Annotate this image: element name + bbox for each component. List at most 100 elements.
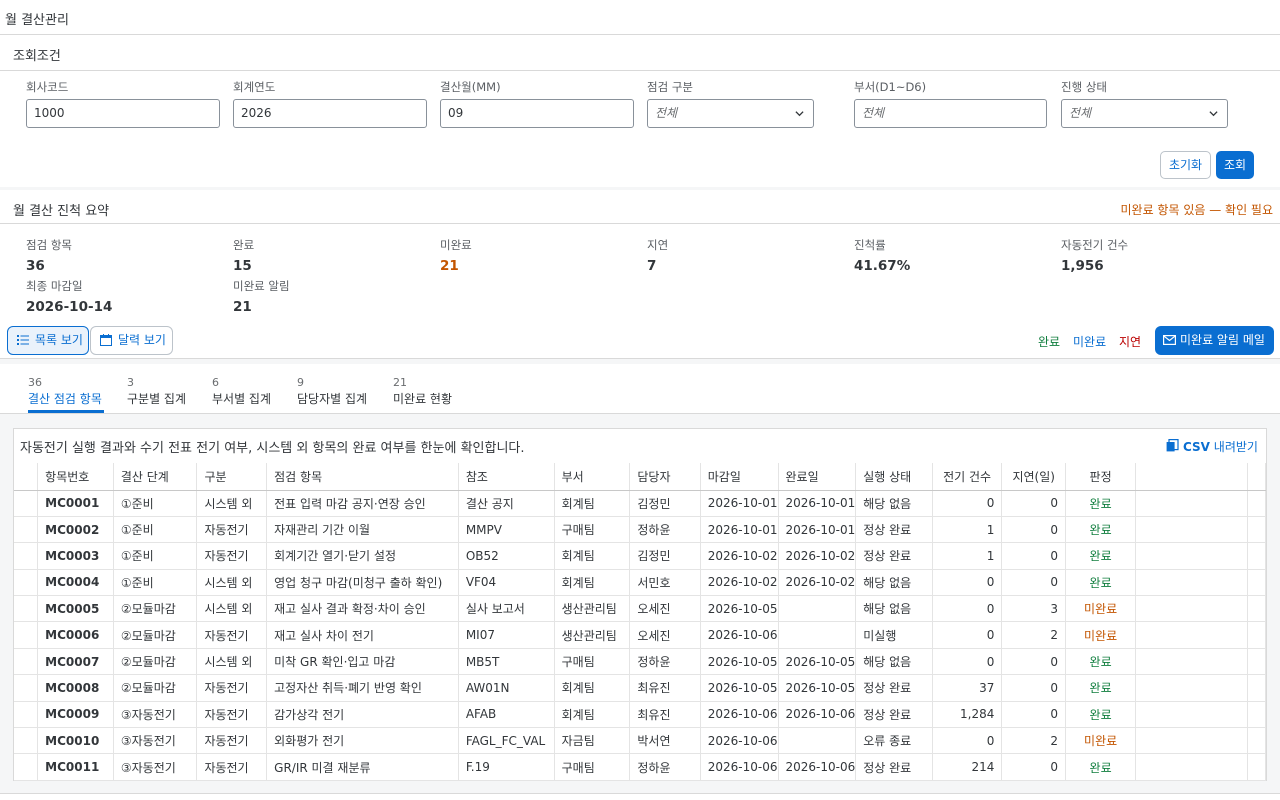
tab-by-type[interactable]: 3 구분별 집계 [127, 376, 186, 407]
cell-verdict: 미완료 [1065, 595, 1137, 623]
cell-dept: 회계팀 [554, 674, 631, 702]
cell-verdict: 미완료 [1065, 727, 1137, 755]
cell-id: MC0008 [37, 674, 114, 702]
cell-done: 2026-10-01 [778, 516, 857, 544]
column-header[interactable]: 완료일 [778, 463, 857, 491]
legend-delay: 지연 [1119, 335, 1142, 349]
table-description: 자동전기 실행 결과와 수기 전표 전기 여부, 시스템 외 항목의 완료 여부… [20, 441, 525, 456]
row-selector[interactable] [14, 753, 39, 781]
department-input[interactable]: 전체 [854, 99, 1047, 128]
cell-posts: 1,284 [932, 701, 1003, 729]
cell-stage: ②모듈마감 [113, 621, 198, 649]
table-row[interactable]: MC0006 ②모듈마감 자동전기 재고 실사 차이 전기 MI07 생산관리팀 오세진 20… [14, 621, 1266, 649]
table-row[interactable]: MC0003 ①준비 자동전기 회계기간 열기·닫기 설정 OB52 회계팀 김정민 2026… [14, 542, 1266, 570]
cell-dept: 생산관리팀 [554, 621, 631, 649]
footer-strip [0, 793, 1280, 800]
tab-label: 담당자별 집계 [297, 392, 368, 406]
column-header[interactable]: 결산 단계 [113, 463, 198, 491]
csv-file-icon [1166, 439, 1179, 452]
cell-dept: 구매팀 [554, 648, 631, 676]
table-row[interactable]: MC0004 ①준비 시스템 외 영업 청구 마감(미청구 출하 확인) VF04 회계팀… [14, 569, 1266, 597]
row-selector[interactable] [14, 727, 39, 755]
row-selector[interactable] [14, 595, 39, 623]
tab-open-status[interactable]: 21 미완료 현황 [393, 376, 452, 407]
kpi-value: 2026-10-14 [26, 299, 113, 315]
reset-button[interactable]: 초기화 [1160, 151, 1211, 179]
company-code-input[interactable]: 1000 [26, 99, 220, 128]
search-button[interactable]: 조회 [1216, 151, 1254, 179]
cell-verdict: 완료 [1065, 516, 1137, 544]
send-open-alert-mail-button[interactable]: 미완료 알림 메일 [1155, 326, 1274, 355]
filler-cell [1247, 701, 1266, 729]
fiscal-year-input[interactable]: 2026 [233, 99, 427, 128]
cell-id: MC0005 [37, 595, 114, 623]
filler-cell [1247, 621, 1266, 649]
table-row[interactable]: MC0011 ③자동전기 자동전기 GR/IR 미결 재분류 F.19 구매팀 정하윤 202… [14, 753, 1266, 781]
view-toolbar: 목록 보기 달력 보기 완료 미완료 지연 미완료 알림 메일 [0, 322, 1280, 359]
cell-dept: 회계팀 [554, 490, 631, 517]
tab-count: 6 [212, 376, 219, 389]
row-selector[interactable] [14, 648, 39, 676]
cell-done: 2026-10-05 [778, 674, 857, 702]
table-row[interactable]: MC0005 ②모듈마감 시스템 외 재고 실사 결과 확정·차이 승인 실사 보고서 생… [14, 595, 1266, 623]
tab-by-owner[interactable]: 9 담당자별 집계 [297, 376, 367, 407]
cell-verdict: 완료 [1065, 648, 1137, 676]
row-selector[interactable] [14, 542, 39, 570]
cell-id: MC0007 [37, 648, 114, 676]
cell-ref: OB52 [458, 542, 555, 570]
table-row[interactable]: MC0007 ②모듈마감 시스템 외 미착 GR 확인·입고 마감 MB5T 구매팀 정하윤… [14, 648, 1266, 676]
cell-done: 2026-10-05 [778, 648, 857, 676]
filler-header [1135, 463, 1249, 491]
tab-by-department[interactable]: 6 부서별 집계 [212, 376, 271, 407]
list-view-button[interactable]: 목록 보기 [7, 326, 89, 355]
column-header[interactable]: 담당자 [629, 463, 701, 491]
table-row[interactable]: MC0001 ①준비 시스템 외 전표 입력 마감 공지·연장 승인 결산 공지 회계팀 김… [14, 490, 1266, 517]
row-selector[interactable] [14, 621, 39, 649]
table-row[interactable]: MC0010 ③자동전기 자동전기 외화평가 전기 FAGL_FC_VAL 자금팀 박서연 2… [14, 727, 1266, 755]
column-header[interactable]: 지연(일) [1001, 463, 1066, 491]
row-selector[interactable] [14, 490, 39, 517]
cell-verdict: 완료 [1065, 490, 1137, 517]
summary-warning: 미완료 항목 있음 — 확인 필요 [1120, 203, 1273, 217]
progress-status-select[interactable]: 전체 [1061, 99, 1228, 128]
column-header[interactable]: 항목번호 [37, 463, 114, 491]
calendar-view-button[interactable]: 달력 보기 [90, 326, 173, 355]
cell-owner: 박서연 [629, 727, 701, 755]
filler-cell [1247, 516, 1266, 544]
filler-cell [1135, 727, 1249, 755]
cell-id: MC0003 [37, 542, 114, 570]
tab-label: 결산 점검 항목 [28, 392, 102, 406]
column-header[interactable]: 판정 [1065, 463, 1137, 491]
row-selector[interactable] [14, 516, 39, 544]
column-header[interactable]: 전기 건수 [932, 463, 1003, 491]
tab-closing-check-items[interactable]: 36 결산 점검 항목 [28, 376, 102, 407]
tab-count: 21 [393, 376, 407, 389]
chevron-down-icon [795, 111, 804, 117]
column-header[interactable]: 마감일 [700, 463, 779, 491]
kpi-label: 지연 [647, 238, 669, 252]
column-header[interactable]: 구분 [196, 463, 268, 491]
row-selector[interactable] [14, 674, 39, 702]
column-header[interactable]: 참조 [458, 463, 555, 491]
row-selector[interactable] [14, 569, 39, 597]
check-type-select[interactable]: 전체 [647, 99, 814, 128]
table-row[interactable]: MC0008 ②모듈마감 자동전기 고정자산 취득·폐기 반영 확인 AW01N 회계팀 최… [14, 674, 1266, 702]
check-items-table: 항목번호 결산 단계 구분 점검 항목 참조 부서 담당자 마감일 완료일 실행… [14, 463, 1266, 781]
table-row[interactable]: MC0009 ③자동전기 자동전기 감가상각 전기 AFAB 회계팀 최유진 2026-10-… [14, 701, 1266, 729]
active-tab-indicator [28, 410, 104, 413]
closing-month-input[interactable]: 09 [440, 99, 634, 128]
column-header[interactable]: 점검 항목 [266, 463, 459, 491]
kpi-label: 미완료 [440, 238, 472, 252]
column-header[interactable]: 부서 [554, 463, 631, 491]
csv-download-button[interactable]: CSV 내려받기 [1166, 438, 1258, 455]
row-selector[interactable] [14, 701, 39, 729]
cell-verdict: 완료 [1065, 674, 1137, 702]
cell-owner: 최유진 [629, 701, 701, 729]
cell-id: MC0011 [37, 753, 114, 781]
filler-cell [1135, 490, 1249, 517]
cell-owner: 정하윤 [629, 753, 701, 781]
kpi-value: 7 [647, 258, 657, 274]
kpi-value: 36 [26, 258, 45, 274]
column-header[interactable]: 실행 상태 [855, 463, 933, 491]
table-row[interactable]: MC0002 ①준비 자동전기 자재관리 기간 이월 MMPV 구매팀 정하윤 2026-10… [14, 516, 1266, 544]
